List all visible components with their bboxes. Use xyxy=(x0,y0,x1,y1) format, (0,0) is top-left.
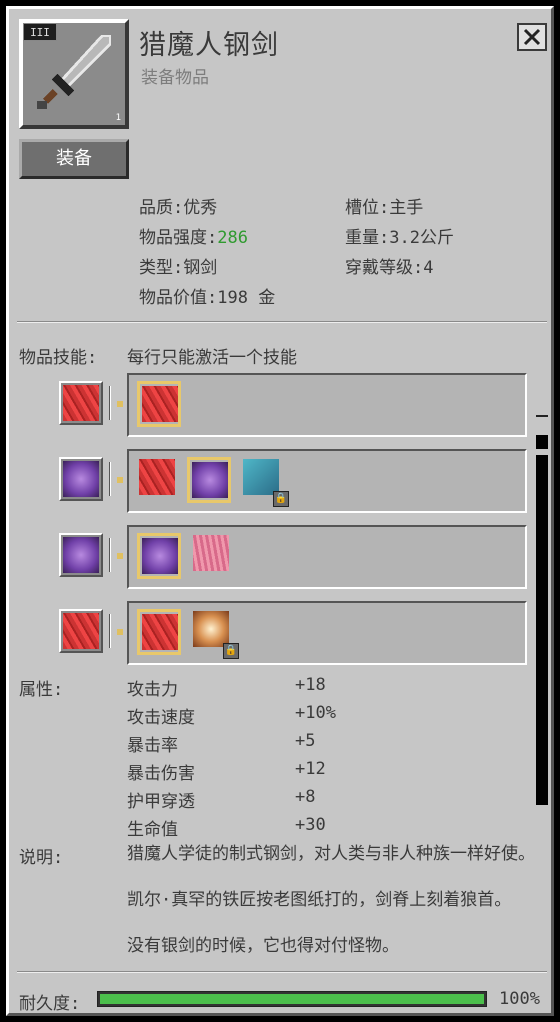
scrollbar-tick xyxy=(536,435,548,449)
attr-value: +12 xyxy=(295,759,326,779)
durability-bar xyxy=(97,991,487,1007)
skill-slot-key xyxy=(59,381,103,425)
separator xyxy=(109,614,111,648)
item-name: 猎魔人钢剑 xyxy=(139,30,279,61)
skill-option[interactable] xyxy=(187,457,231,503)
durability-fill xyxy=(100,994,484,1004)
level-stat: 穿戴等级:4 xyxy=(345,253,434,278)
quality-stat: 品质:优秀 xyxy=(139,193,217,218)
lock-icon: 🔒 xyxy=(273,491,289,507)
skill-options-row: 🔒 xyxy=(127,449,527,513)
close-icon xyxy=(523,28,541,46)
attr-name: 攻击速度 xyxy=(127,708,195,728)
skill-option[interactable] xyxy=(137,381,181,427)
type-label: 类型: xyxy=(139,258,184,278)
weight-stat: 重量:3.2公斤 xyxy=(345,223,454,248)
skill-options-row xyxy=(127,525,527,589)
description-line: 凯尔·真罕的铁匠按老图纸打的，剑脊上刻着狼首。 xyxy=(127,890,512,910)
crossed-swords-icon xyxy=(142,538,178,574)
type-stat: 类型:钢剑 xyxy=(139,253,217,278)
slot-stat: 槽位:主手 xyxy=(345,193,423,218)
lock-icon: 🔒 xyxy=(223,643,239,659)
link-dot xyxy=(117,629,123,635)
description-line: 猎魔人学徒的制式钢剑，对人类与非人种族一样好使。 xyxy=(127,844,535,864)
attr-name: 生命值 xyxy=(127,820,178,840)
winged-boot-icon xyxy=(243,459,279,495)
attr-value: +18 xyxy=(295,675,326,695)
skill-option[interactable] xyxy=(137,609,181,655)
attr-name: 暴击率 xyxy=(127,736,178,756)
sword-icon xyxy=(139,459,175,495)
level-value: 4 xyxy=(423,258,434,278)
divider xyxy=(17,971,547,973)
close-button[interactable] xyxy=(517,23,547,51)
shield-orb-icon xyxy=(193,611,229,647)
crossed-swords-icon xyxy=(63,461,99,497)
item-icon-slot: III 1 xyxy=(19,19,129,129)
attr-name: 攻击力 xyxy=(127,680,178,700)
skill-option[interactable] xyxy=(191,533,235,579)
tooltip-frame: III 1 猎魔人钢剑 装备物品 装备 品质:优秀 槽位:主手 物品强度:286… xyxy=(0,0,560,1022)
quality-value: 优秀 xyxy=(183,198,218,218)
attr-value: +5 xyxy=(295,731,316,751)
skill-slot-key xyxy=(59,457,103,501)
skill-slot-key xyxy=(59,609,103,653)
equip-button[interactable]: 装备 xyxy=(19,139,129,179)
link-dot xyxy=(117,477,123,483)
durability-value: 100% xyxy=(499,989,540,1009)
attr-name: 护甲穿透 xyxy=(127,792,195,812)
claw-slash-icon xyxy=(63,613,99,649)
skill-options-row xyxy=(127,373,527,437)
level-label: 穿戴等级: xyxy=(345,258,424,278)
attr-value: +8 xyxy=(295,787,316,807)
sword-slash-icon xyxy=(142,386,178,422)
durability-label: 耐久度: xyxy=(19,994,81,1014)
crossed-swords-icon xyxy=(192,462,228,498)
skill-option[interactable] xyxy=(137,533,181,579)
stack-count: 1 xyxy=(115,113,121,123)
price-value: 198 金 xyxy=(217,288,276,308)
divider xyxy=(17,321,547,323)
sword-slash-icon xyxy=(63,385,99,421)
item-tooltip-panel: III 1 猎魔人钢剑 装备物品 装备 品质:优秀 槽位:主手 物品强度:286… xyxy=(6,6,554,1016)
type-value: 钢剑 xyxy=(183,258,218,278)
slot-label: 槽位: xyxy=(345,198,390,218)
tier-badge: III xyxy=(23,23,57,41)
slot-value: 主手 xyxy=(389,198,424,218)
price-stat: 物品价值:198 金 xyxy=(139,283,275,308)
separator xyxy=(109,386,111,420)
description-line: 没有银剑的时候，它也得对付怪物。 xyxy=(127,936,399,956)
separator xyxy=(109,538,111,572)
attr-value: +10% xyxy=(295,703,336,723)
skill-slot-key xyxy=(59,533,103,577)
strength-label: 物品强度: xyxy=(139,228,218,248)
link-dot xyxy=(117,553,123,559)
description-label: 说明: xyxy=(19,848,64,868)
skills-hint: 每行只能激活一个技能 xyxy=(127,348,297,368)
skill-option[interactable]: 🔒 xyxy=(241,457,289,507)
scrollbar-thumb[interactable] xyxy=(536,455,548,805)
price-label: 物品价值: xyxy=(139,288,218,308)
link-dot xyxy=(117,401,123,407)
weight-value: 3.2公斤 xyxy=(389,228,454,248)
strength-value: 286 xyxy=(217,228,248,248)
scrollbar-tick xyxy=(536,415,548,417)
attr-name: 暴击伤害 xyxy=(127,764,195,784)
weight-label: 重量: xyxy=(345,228,390,248)
item-category: 装备物品 xyxy=(141,68,209,88)
scrollbar[interactable] xyxy=(536,339,548,969)
claw-slash-icon xyxy=(142,614,178,650)
boot-icon xyxy=(193,535,229,571)
skill-option[interactable]: 🔒 xyxy=(191,609,239,659)
quality-label: 品质: xyxy=(139,198,184,218)
skill-option[interactable] xyxy=(137,457,181,503)
skills-label: 物品技能: xyxy=(19,348,98,368)
strength-stat: 物品强度:286 xyxy=(139,223,248,248)
attributes-label: 属性: xyxy=(19,680,64,700)
separator xyxy=(109,462,111,496)
attr-value: +30 xyxy=(295,815,326,835)
skill-options-row: 🔒 xyxy=(127,601,527,665)
crossed-swords-icon xyxy=(63,537,99,573)
